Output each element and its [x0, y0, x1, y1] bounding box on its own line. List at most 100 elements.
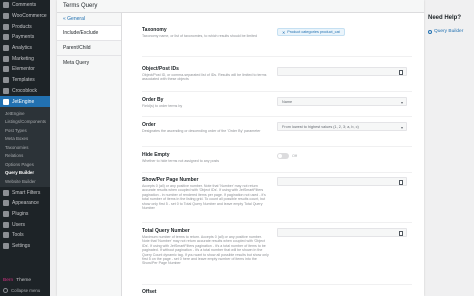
divider — [142, 172, 412, 173]
divider — [142, 146, 412, 147]
taxonomy-field: Taxonomy Taxonomy name, or list of taxon… — [142, 27, 412, 38]
order-by-select[interactable]: Name ▾ — [277, 97, 407, 106]
hide-empty-toggle[interactable] — [277, 153, 289, 159]
sidebar-item-label: Tools — [12, 232, 24, 239]
crocoblock-icon — [3, 87, 9, 94]
tab-meta-query[interactable]: Meta Query — [57, 55, 121, 70]
divider — [142, 116, 412, 117]
show-per-page-input[interactable] — [277, 177, 407, 186]
chevron-down-icon: ▾ — [400, 125, 403, 130]
tools-icon — [3, 232, 9, 239]
sidebar-item-products[interactable]: Products — [0, 21, 50, 32]
sidebar-item-crocoblock[interactable]: Crocoblock — [0, 86, 50, 97]
submenu-item[interactable]: Website Builder — [0, 177, 50, 186]
sidebar-item-settings[interactable]: Settings — [0, 241, 50, 252]
users-icon — [3, 221, 9, 228]
help-link-label: Query Builder — [434, 29, 464, 34]
sidebar-item-plugins[interactable]: Plugins — [0, 209, 50, 220]
submenu-item[interactable]: JetEngine — [0, 109, 50, 118]
screen: Comments WooCommerce Products Payments Analy… — [0, 0, 474, 296]
submenu-item[interactable]: Relations — [0, 151, 50, 160]
object-ids-input[interactable] — [277, 67, 407, 76]
object-ids-field: Object/Post IDs Object/Post ID, or comma… — [142, 66, 412, 82]
dynamic-tag-icon[interactable] — [399, 69, 403, 75]
help-icon — [428, 29, 432, 34]
sidebar-item-tools[interactable]: Tools — [0, 230, 50, 241]
collapse-label: Collapse menu — [11, 288, 41, 293]
order-by-desc: Field(s) to order terms by — [142, 104, 183, 108]
submenu-item[interactable]: Listings/Components — [0, 117, 50, 126]
show-per-page-desc: Accepts 0 (all) or any positive number. … — [142, 184, 266, 211]
submenu-item[interactable]: Taxonomies — [0, 143, 50, 152]
jetengine-icon — [3, 98, 9, 105]
sidebar-item-appearance[interactable]: Appearance — [0, 198, 50, 209]
sidebar-item-woocommerce[interactable]: WooCommerce — [0, 11, 50, 22]
sidebar-item-label: WooCommerce — [12, 13, 47, 20]
elementor-icon — [3, 66, 9, 73]
show-per-page-field: Show/Per Page Number Accepts 0 (all) or … — [142, 177, 412, 210]
dynamic-tag-icon[interactable] — [399, 179, 403, 185]
submenu-item[interactable]: Meta Boxes — [0, 134, 50, 143]
order-field: Order Designates the ascending or descen… — [142, 122, 412, 133]
query-settings-panel: Terms Query « General Include/Exclude Par… — [57, 0, 424, 296]
hide-empty-field: Hide Empty Whether to hide terms not ass… — [142, 152, 412, 163]
query-tabs: « General Include/Exclude Parent/Child Met… — [57, 13, 122, 296]
panel-title: Terms Query — [57, 0, 424, 13]
submenu-item[interactable]: Query Builder — [0, 168, 50, 177]
sidebar-item-label: Appearance — [12, 200, 39, 207]
sidebar-item-smart-filters[interactable]: Smart Filters — [0, 187, 50, 198]
total-query-number-field: Total Query Number Maximum number of ter… — [142, 228, 412, 266]
sidebar-item-jetengine[interactable]: JetEngine — [0, 96, 50, 107]
sidebar-item-label: Marketing — [12, 55, 34, 62]
analytics-icon — [3, 45, 9, 52]
sidebar-item-elementor[interactable]: Elementor — [0, 64, 50, 75]
sidebar-item-marketing[interactable]: Marketing — [0, 53, 50, 64]
payments-icon — [3, 34, 9, 41]
sidebar-item-analytics[interactable]: Analytics — [0, 43, 50, 54]
sidebar-item-label: Products — [12, 23, 32, 30]
submenu-item[interactable]: Post Types — [0, 126, 50, 135]
tab-parent-child[interactable]: Parent/Child — [57, 40, 121, 55]
sidebar-item-label: Users — [12, 221, 26, 228]
tab-general[interactable]: « General — [57, 13, 121, 25]
sidebar-item-label: Analytics — [12, 45, 33, 52]
help-link-query-builder[interactable]: Query Builder — [428, 29, 474, 34]
settings-icon — [3, 243, 9, 250]
submenu-item[interactable]: Options Pages — [0, 160, 50, 169]
taxonomy-chip[interactable]: ✕ Product categories product_cat — [277, 28, 345, 36]
dynamic-tag-icon[interactable] — [399, 230, 403, 236]
taxonomy-chip-label: Product categories product_cat — [287, 30, 340, 34]
user-row[interactable]: Bern Theme — [0, 275, 31, 285]
tab-include-exclude[interactable]: Include/Exclude — [57, 25, 121, 40]
sidebar-item-label: Settings — [12, 243, 31, 250]
order-value: From lowest to highest values (1, 2, 3; … — [282, 124, 359, 129]
filter-icon — [3, 189, 9, 196]
marketing-icon — [3, 55, 9, 62]
offset-field: Offset — [142, 289, 412, 295]
product-icon — [3, 23, 9, 30]
jetengine-submenu: JetEngine Listings/Components Post Types Me… — [0, 106, 50, 188]
divider — [142, 56, 412, 57]
user-name: Theme — [16, 277, 32, 283]
order-by-field: Order By Field(s) to order terms by Name… — [142, 97, 412, 108]
help-title: Need Help? — [428, 15, 462, 21]
sidebar-item-label: Templates — [12, 77, 35, 84]
sidebar-item-templates[interactable]: Templates — [0, 75, 50, 86]
divider — [142, 222, 412, 223]
chevron-down-icon: ▾ — [400, 100, 403, 105]
sidebar-item-comments[interactable]: Comments — [0, 0, 50, 11]
sidebar-item-label: JetEngine — [12, 98, 35, 105]
object-ids-desc: Object/Post ID, or comma-separated list … — [142, 73, 267, 82]
divider — [142, 284, 412, 285]
order-select[interactable]: From lowest to highest values (1, 2, 3; … — [277, 122, 407, 131]
sidebar-item-label: Smart Filters — [12, 189, 41, 196]
divider — [142, 91, 412, 92]
total-query-number-input[interactable] — [277, 228, 407, 237]
sidebar-item-label: Crocoblock — [12, 87, 38, 94]
sidebar-item-label: Elementor — [12, 66, 35, 73]
collapse-menu-button[interactable]: Collapse menu — [0, 285, 50, 296]
sidebar-item-payments[interactable]: Payments — [0, 32, 50, 43]
sidebar-item-users[interactable]: Users — [0, 219, 50, 230]
help-box: Need Help? Query Builder — [428, 15, 474, 34]
remove-icon[interactable]: ✕ — [282, 30, 285, 35]
